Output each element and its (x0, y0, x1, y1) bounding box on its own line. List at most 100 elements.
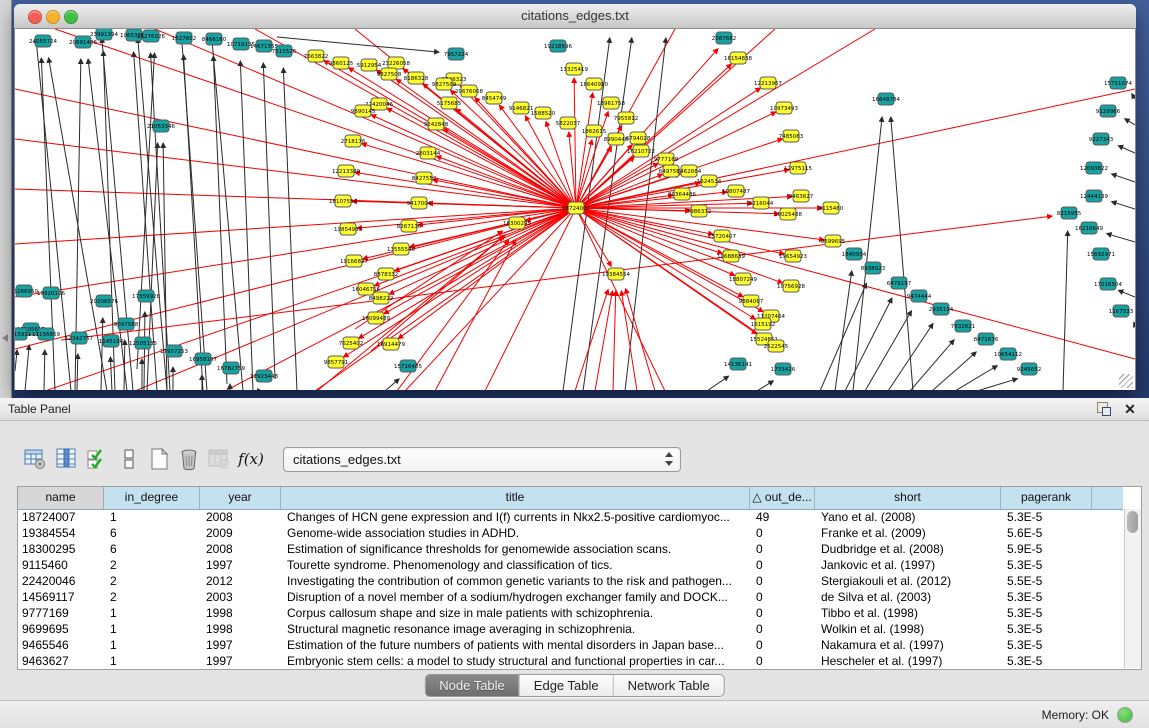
table-settings-icon[interactable] (22, 446, 48, 472)
column-header-in_degree[interactable]: in_degree (104, 487, 200, 509)
graph-node[interactable]: 15720407 (708, 230, 736, 242)
graph-node[interactable]: 19218596 (544, 40, 572, 52)
graph-node[interactable]: 12923448 (250, 370, 278, 382)
graph-node[interactable]: 9146821 (509, 102, 534, 114)
graph-node[interactable]: 25266950 (15, 285, 38, 297)
tab-node-table[interactable]: Node Table (425, 675, 520, 696)
column-header-short[interactable]: short (815, 487, 1001, 509)
graph-node[interactable]: 9827508 (377, 68, 402, 80)
tab-network-table[interactable]: Network Table (614, 675, 724, 696)
graph-node[interactable]: 10654112 (994, 348, 1022, 360)
table-row[interactable]: 969969511998Structural magnetic resonanc… (18, 621, 1123, 637)
graph-node[interactable]: 16914479 (377, 338, 405, 350)
window-resize-grip[interactable] (1119, 374, 1133, 388)
graph-node[interactable]: 19166827 (340, 255, 368, 267)
graph-node[interactable]: 17016504 (1094, 278, 1122, 290)
row-height-icon[interactable] (116, 446, 142, 472)
graph-node[interactable]: 13555546 (387, 243, 415, 255)
close-panel-icon[interactable]: ✕ (1121, 401, 1139, 417)
graph-node[interactable]: 9129966 (1096, 105, 1121, 117)
network-view-window[interactable]: citations_edges.txt 24055724206914062399… (14, 4, 1136, 390)
graph-node[interactable]: 15751074 (1104, 77, 1132, 89)
network-canvas[interactable]: 2405572420691406239913941065325715276026… (14, 29, 1136, 390)
function-builder-icon[interactable]: f(x) (238, 446, 264, 472)
select-columns-icon[interactable] (54, 446, 80, 472)
citation-network-graph[interactable]: 2405572420691406239913941065325715276026… (15, 29, 1135, 390)
column-header-name[interactable]: name (18, 487, 104, 509)
graph-node[interactable]: 9860125 (329, 57, 354, 69)
table-row[interactable]: 1938455462009Genome-wide association stu… (18, 525, 1123, 541)
graph-node[interactable]: 16154838 (724, 52, 752, 64)
graph-node[interactable]: 20676068 (455, 85, 483, 97)
graph-node[interactable]: 16648784 (872, 93, 900, 105)
graph-node[interactable]: 18107554 (329, 195, 357, 207)
graph-node[interactable]: 8466160 (202, 33, 227, 45)
graph-node[interactable]: 7663822 (304, 50, 329, 62)
table-row[interactable]: 1830029562008Estimation of significance … (18, 541, 1123, 557)
column-header-title[interactable]: title (281, 487, 750, 509)
graph-node[interactable]: 9242848 (424, 118, 449, 130)
column-header-pagerank[interactable]: pagerank (1001, 487, 1092, 509)
graph-node[interactable]: 12093822 (1080, 162, 1108, 174)
window-titlebar[interactable]: citations_edges.txt (14, 4, 1136, 29)
graph-node[interactable]: 20206576 (90, 295, 118, 307)
graph-node[interactable]: 1167533 (1109, 305, 1134, 317)
graph-node[interactable]: 2087682 (712, 32, 737, 44)
graph-node[interactable]: 19654923 (779, 250, 807, 262)
graph-node[interactable]: 9463627 (789, 190, 814, 202)
graph-node[interactable]: 12444139 (1080, 190, 1108, 202)
graph-node[interactable]: 9699695 (821, 235, 846, 247)
table-row[interactable]: 1872400712008Changes of HCN gene express… (18, 509, 1123, 525)
graph-node[interactable]: 12342757 (65, 332, 93, 344)
table-row[interactable]: 2242004622012Investigating the contribut… (18, 573, 1123, 589)
graph-node[interactable]: 8454749 (482, 92, 507, 104)
graph-node[interactable]: 5822037 (556, 117, 581, 129)
float-panel-icon[interactable] (1095, 401, 1113, 417)
graph-node[interactable]: 9245652 (1017, 363, 1042, 375)
graph-node[interactable]: 1733426 (771, 363, 796, 375)
table-row[interactable]: 977716911998Corpus callosum shape and si… (18, 605, 1123, 621)
new-table-icon[interactable] (146, 446, 172, 472)
column-header-out_de[interactable]: △ out_de... (750, 487, 815, 509)
graph-node[interactable]: 17359928 (132, 290, 160, 302)
graph-node[interactable]: 1588520 (531, 107, 556, 119)
graph-node[interactable]: 7485063 (779, 130, 804, 142)
column-header-year[interactable]: year (200, 487, 281, 509)
table-row[interactable]: 946362711997Embryonic stem cells: a mode… (18, 653, 1123, 668)
graph-node[interactable]: 24055724 (29, 35, 57, 47)
graph-node[interactable]: 9417004 (407, 197, 432, 209)
graph-node[interactable]: 9097588 (114, 318, 139, 330)
graph-node[interactable]: 8215955 (1057, 207, 1082, 219)
graph-node[interactable]: 16210649 (1075, 222, 1103, 234)
graph-node[interactable]: 10807487 (722, 185, 750, 197)
graph-node[interactable]: 12975115 (784, 162, 812, 174)
graph-node[interactable]: 10756928 (777, 280, 805, 292)
graph-node[interactable]: 1527602 (172, 32, 197, 44)
graph-node[interactable]: 7986372 (687, 205, 712, 217)
graph-node[interactable]: 8186328 (404, 72, 429, 84)
scrollbar-thumb[interactable] (1127, 511, 1138, 533)
graph-node[interactable]: 9227343 (1089, 133, 1114, 145)
graph-node[interactable]: 7957224 (444, 48, 469, 60)
graph-node[interactable]: 8267130 (397, 220, 422, 232)
graph-node[interactable]: 7632621 (951, 320, 976, 332)
table-header-row[interactable]: namein_degreeyeartitle△ out_de...shortpa… (18, 487, 1123, 510)
graph-node[interactable]: 9115460 (819, 202, 844, 214)
graph-node[interactable]: 6479197 (887, 277, 912, 289)
tab-edge-table[interactable]: Edge Table (520, 675, 614, 696)
graph-node[interactable]: 9474444 (907, 290, 932, 302)
collapse-panel-arrow-icon[interactable] (2, 334, 8, 342)
table-row[interactable]: 946554611997Estimation of the future num… (18, 637, 1123, 653)
delete-table-icon[interactable] (176, 446, 202, 472)
graph-node[interactable]: 16958107 (189, 353, 217, 365)
graph-node[interactable]: 10025488 (774, 208, 802, 220)
graph-node[interactable]: 9857791 (324, 356, 349, 368)
table-vertical-scrollbar[interactable] (1124, 509, 1141, 668)
graph-node[interactable]: 7955812 (614, 112, 639, 124)
selection-mode-icon[interactable] (84, 446, 110, 472)
graph-node[interactable]: 23226058 (382, 57, 410, 69)
graph-node[interactable]: 5912954 (357, 59, 382, 71)
graph-node[interactable]: 14136141 (724, 358, 752, 370)
graph-node[interactable]: 12213389 (332, 165, 360, 177)
graph-node[interactable]: 13325419 (560, 63, 588, 75)
